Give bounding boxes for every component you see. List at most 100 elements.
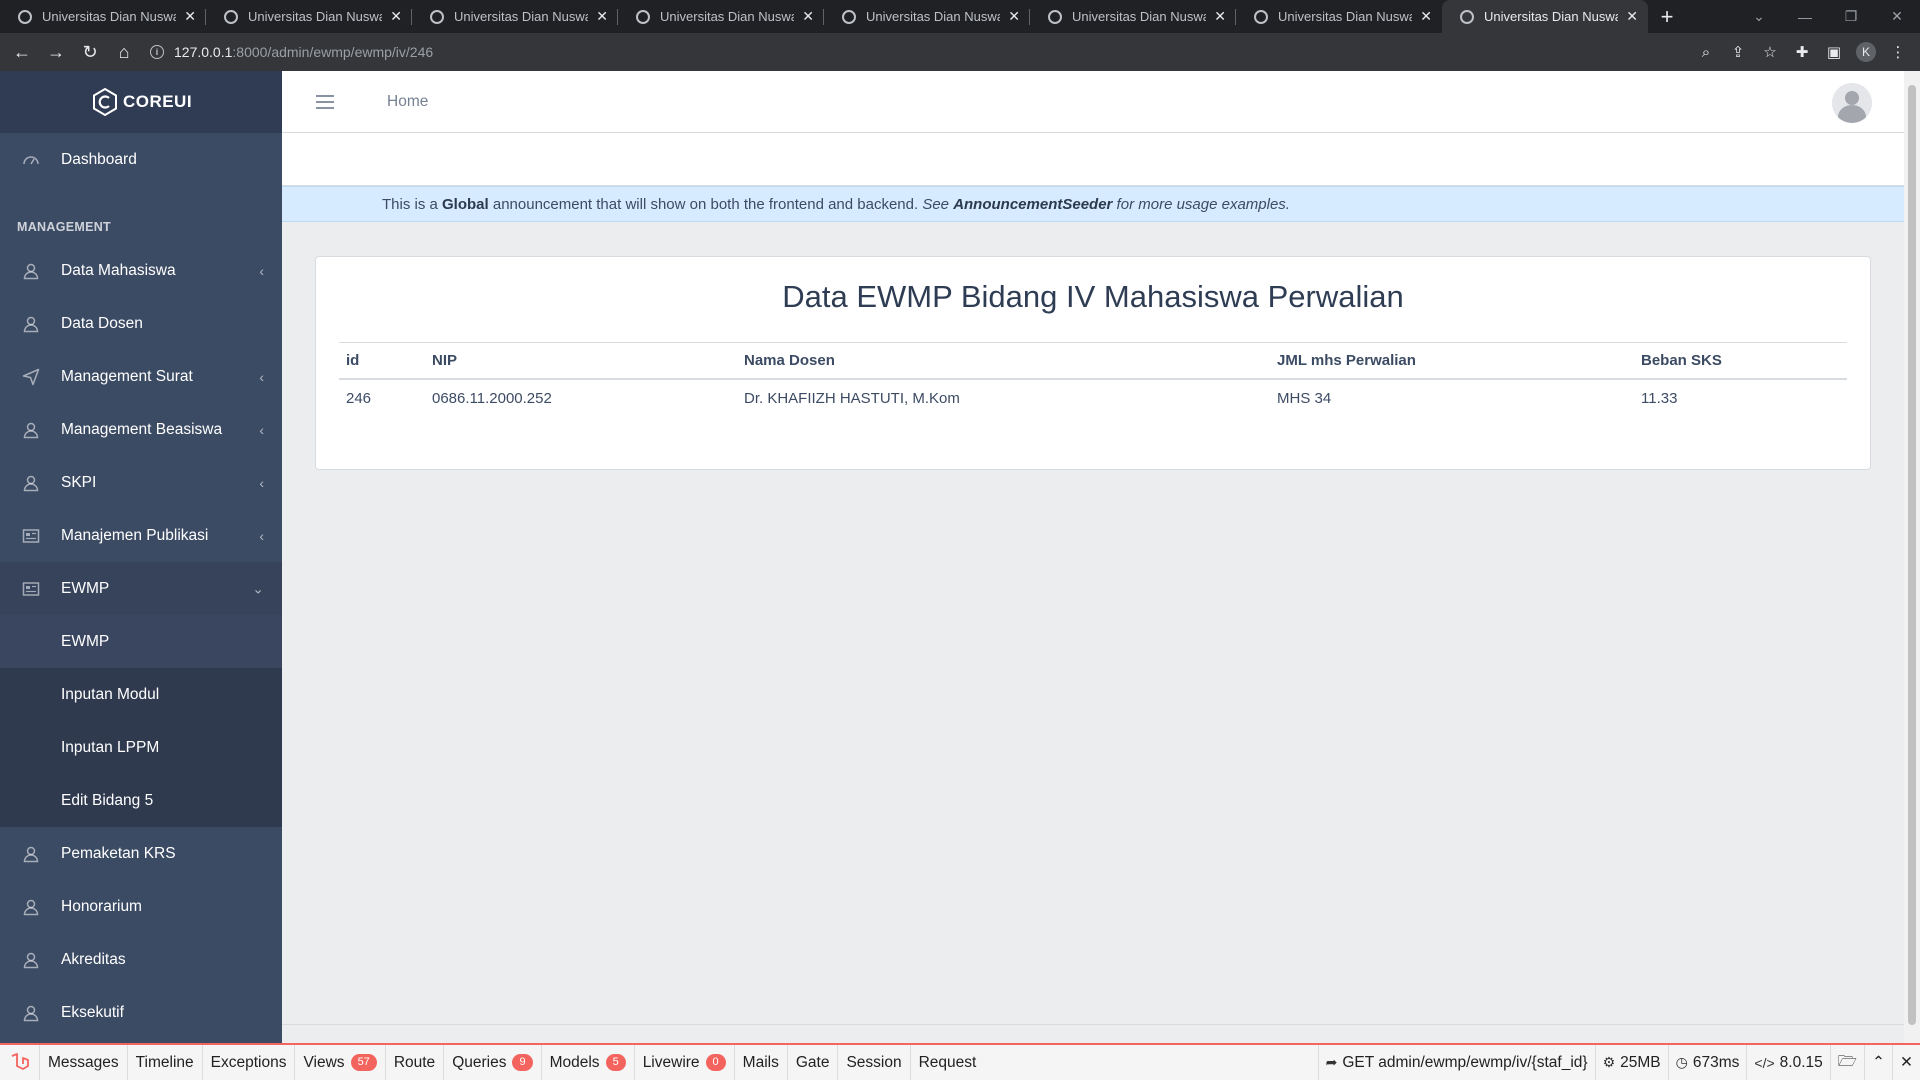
- debugbar-tab-mails[interactable]: Mails: [735, 1045, 788, 1080]
- debugbar-php-version[interactable]: </> 8.0.15: [1746, 1045, 1829, 1080]
- sidebar-item-label: SKPI: [61, 473, 97, 491]
- code-icon: </>: [1754, 1054, 1775, 1071]
- debugbar-tab-route[interactable]: Route: [386, 1045, 445, 1080]
- side-panel-icon[interactable]: ▣: [1818, 36, 1850, 68]
- sidebar-subitem-ewmp[interactable]: EWMP: [0, 615, 282, 668]
- announcement-seeder: AnnouncementSeeder: [953, 195, 1113, 213]
- browser-tab-strip: Universitas Dian Nuswanto✕ Universitas D…: [0, 0, 1920, 33]
- clock-icon: ◷: [1675, 1054, 1688, 1070]
- kebab-menu-icon[interactable]: ⋮: [1882, 36, 1914, 68]
- sidebar-item-honorarium[interactable]: Honorarium: [0, 880, 282, 933]
- header-nav-home[interactable]: Home: [387, 93, 428, 111]
- sidebar-item-dashboard[interactable]: Dashboard: [0, 133, 282, 186]
- sidebar-item-management-surat[interactable]: Management Surat ‹: [0, 350, 282, 403]
- browser-tab[interactable]: Universitas Dian Nuswanto✕: [412, 0, 618, 33]
- debugbar-tab-livewire[interactable]: Livewire 0: [635, 1045, 735, 1080]
- sidebar-subitem-inputan-modul[interactable]: Inputan Modul: [0, 668, 282, 721]
- debugbar-tab-timeline[interactable]: Timeline: [128, 1045, 203, 1080]
- column-header: NIP: [425, 342, 737, 380]
- forward-arrow-icon[interactable]: →: [40, 36, 72, 68]
- page-scrollbar[interactable]: [1904, 71, 1920, 1043]
- sidebar-subitem-inputan-lppm[interactable]: Inputan LPPM: [0, 721, 282, 774]
- close-icon[interactable]: ✕: [1892, 1045, 1920, 1080]
- debugbar-route-info[interactable]: ➦ GET admin/ewmp/ewmp/iv/{staf_id}: [1317, 1045, 1595, 1080]
- route-text: GET admin/ewmp/ewmp/iv/{staf_id}: [1342, 1053, 1588, 1071]
- sidebar-subitem-edit-bidang-5[interactable]: Edit Bidang 5: [0, 774, 282, 827]
- browser-tab[interactable]: Universitas Dian Nuswanto✕: [0, 0, 206, 33]
- globe-icon: [224, 9, 238, 24]
- debugbar-tab-views[interactable]: Views 57: [295, 1045, 386, 1080]
- close-icon[interactable]: ✕: [1214, 8, 1226, 25]
- home-icon[interactable]: ⌂: [108, 36, 140, 68]
- sidebar-item-data-mahasiswa[interactable]: Data Mahasiswa ‹: [0, 244, 282, 297]
- new-tab-button[interactable]: +: [1652, 0, 1682, 33]
- table-row: 246 0686.11.2000.252 Dr. KHAFIIZH HASTUT…: [339, 379, 1847, 417]
- user-avatar[interactable]: [1832, 83, 1872, 123]
- info-icon[interactable]: i: [150, 45, 164, 59]
- sidebar-item-management-beasiswa[interactable]: Management Beasiswa ‹: [0, 403, 282, 456]
- reload-icon[interactable]: ↻: [74, 36, 106, 68]
- browser-tab[interactable]: Universitas Dian Nuswanto✕: [618, 0, 824, 33]
- debugbar-tab-models[interactable]: Models 5: [542, 1045, 635, 1080]
- table-cell: Dr. KHAFIIZH HASTUTI, M.Kom: [744, 389, 960, 407]
- close-icon[interactable]: ✕: [802, 8, 814, 25]
- extensions-icon[interactable]: ✚: [1786, 36, 1818, 68]
- global-announcement: This is a Global announcement that will …: [282, 186, 1904, 222]
- bookmark-star-icon[interactable]: ☆: [1754, 36, 1786, 68]
- sidebar-item-label: Management Beasiswa: [61, 420, 223, 438]
- profile-button[interactable]: K: [1850, 36, 1882, 68]
- sidebar-item-eksekutif[interactable]: Eksekutif: [0, 986, 282, 1039]
- restore-button[interactable]: ❐: [1828, 0, 1874, 33]
- back-arrow-icon[interactable]: ←: [6, 36, 38, 68]
- chevron-up-icon[interactable]: ⌃: [1864, 1045, 1892, 1080]
- sidebar-item-label: Data Dosen: [61, 314, 143, 332]
- sidebar-item-data-dosen[interactable]: Data Dosen: [0, 297, 282, 350]
- debugbar-tab-exceptions[interactable]: Exceptions: [203, 1045, 296, 1080]
- share-icon[interactable]: ⇪: [1722, 36, 1754, 68]
- laravel-debugbar: Messages Timeline Exceptions Views 57 Rou…: [0, 1043, 1920, 1080]
- url-host: 127.0.0.1: [174, 44, 233, 60]
- chevron-left-icon: ‹: [259, 262, 264, 279]
- browser-toolbar: ← → ↻ ⌂ i 127.0.0.1:8000/admin/ewmp/ewmp…: [0, 33, 1920, 71]
- hamburger-menu-icon[interactable]: [316, 94, 334, 109]
- debugbar-tab-request[interactable]: Request: [911, 1045, 985, 1080]
- zoom-icon[interactable]: ⌕: [1690, 36, 1722, 68]
- sidebar-item-label: Management Surat: [61, 367, 193, 385]
- sidebar-item-ewmp[interactable]: EWMP ⌄: [0, 562, 282, 615]
- browser-tab[interactable]: Universitas Dian Nuswanto✕: [824, 0, 1030, 33]
- debugbar-tab-queries[interactable]: Queries 9: [444, 1045, 542, 1080]
- close-icon[interactable]: ✕: [596, 8, 608, 25]
- browser-tab-active[interactable]: Universitas Dian Nuswanto✕: [1442, 0, 1648, 33]
- debugbar-tab-gate[interactable]: Gate: [788, 1045, 839, 1080]
- sidebar: COREUI Dashboard MANAGEMENT Data Mahasis…: [0, 71, 282, 1043]
- address-bar[interactable]: i 127.0.0.1:8000/admin/ewmp/ewmp/iv/246: [150, 37, 433, 67]
- debugbar-tab-label: Gate: [795, 1053, 830, 1071]
- table-cell: 11.33: [1641, 389, 1678, 407]
- close-window-button[interactable]: ✕: [1874, 0, 1920, 33]
- browser-tab[interactable]: Universitas Dian Nuswanto✕: [206, 0, 412, 33]
- sidebar-item-skpi[interactable]: SKPI ‹: [0, 456, 282, 509]
- user-icon: [23, 846, 39, 862]
- tab-search-icon[interactable]: ⌄: [1736, 0, 1782, 33]
- debugbar-memory[interactable]: ⚙ 25MB: [1594, 1045, 1668, 1080]
- scrollbar-thumb[interactable]: [1908, 85, 1916, 1025]
- minimize-button[interactable]: —: [1782, 0, 1828, 33]
- brand-logo[interactable]: COREUI: [0, 71, 282, 133]
- debugbar-tab-messages[interactable]: Messages: [40, 1045, 128, 1080]
- debugbar-time[interactable]: ◷ 673ms: [1667, 1045, 1747, 1080]
- browser-tab[interactable]: Universitas Dian Nuswanto✕: [1030, 0, 1236, 33]
- close-icon[interactable]: ✕: [1420, 8, 1432, 25]
- close-icon[interactable]: ✕: [390, 8, 402, 25]
- close-icon[interactable]: ✕: [184, 8, 196, 25]
- browser-tab[interactable]: Universitas Dian Nuswanto✕: [1236, 0, 1442, 33]
- laravel-logo-icon[interactable]: [0, 1045, 40, 1080]
- ewmp-table: id NIP Nama Dosen JML mhs Perwalian Beba…: [339, 342, 1847, 417]
- debugbar-tab-session[interactable]: Session: [838, 1045, 911, 1080]
- close-icon[interactable]: ✕: [1626, 8, 1638, 25]
- sidebar-item-manajemen-publikasi[interactable]: Manajemen Publikasi ‹: [0, 509, 282, 562]
- close-icon[interactable]: ✕: [1008, 8, 1020, 25]
- sidebar-item-akreditas[interactable]: Akreditas: [0, 933, 282, 986]
- app-header: Home: [282, 71, 1904, 133]
- folder-open-icon[interactable]: 🗁: [1829, 1045, 1864, 1080]
- sidebar-item-pemaketan-krs[interactable]: Pemaketan KRS: [0, 827, 282, 880]
